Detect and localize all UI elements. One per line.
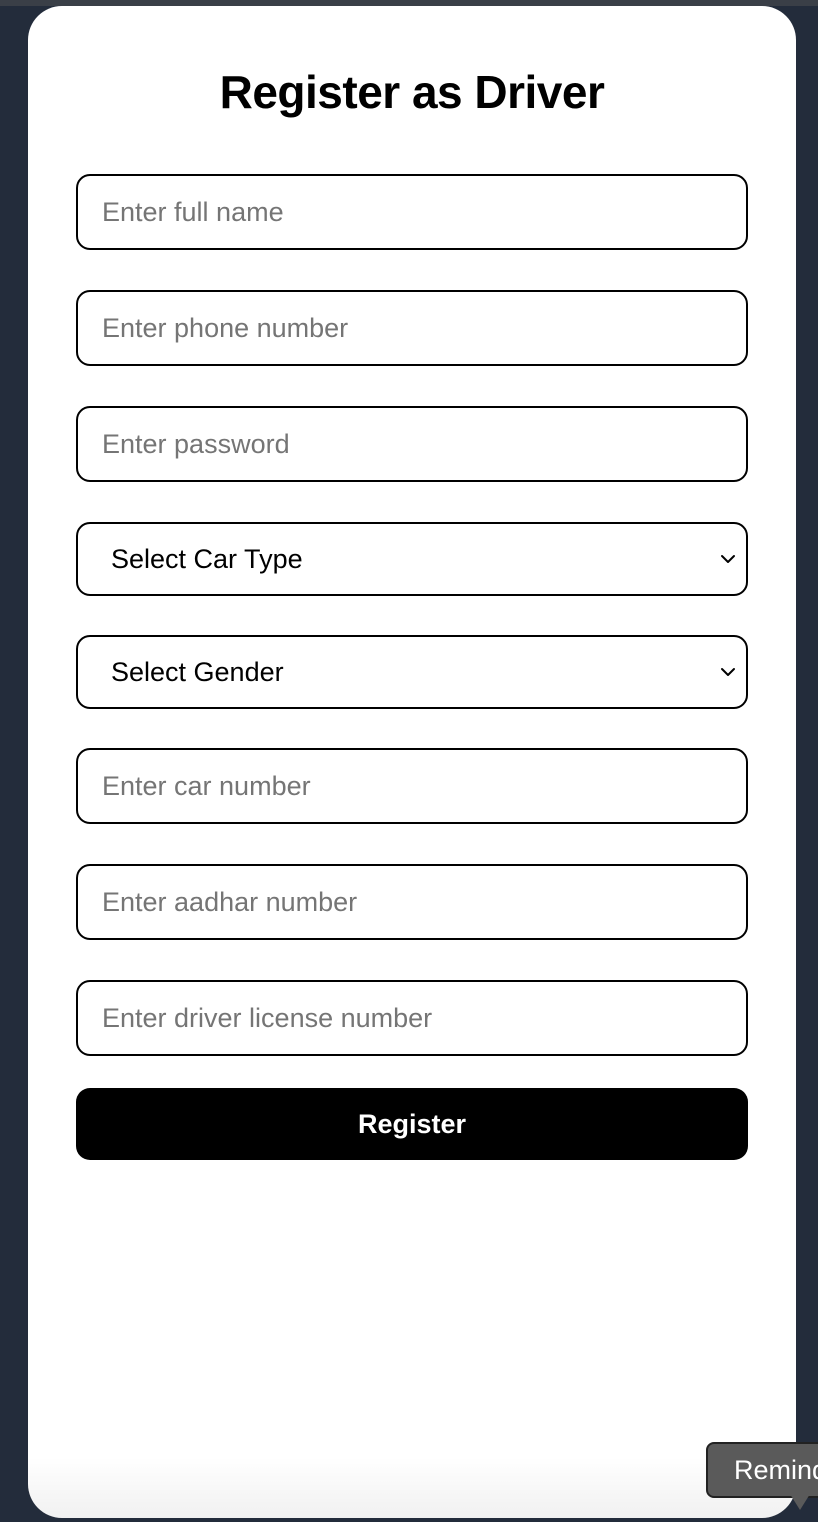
gender-select-value: Select Gender	[111, 657, 284, 687]
chevron-down-icon	[721, 668, 735, 676]
car-number-input[interactable]	[76, 748, 748, 824]
full-name-input[interactable]	[76, 174, 748, 250]
gender-select[interactable]: Select Gender	[76, 635, 748, 709]
car-type-select[interactable]: Select Car Type	[76, 522, 748, 596]
aadhar-number-input[interactable]	[76, 864, 748, 940]
register-button[interactable]: Register	[76, 1088, 748, 1160]
password-input[interactable]	[76, 406, 748, 482]
page-title: Register as Driver	[219, 66, 605, 118]
registration-card: Register as Driver Select Car Type Selec…	[28, 6, 796, 1518]
driver-license-input[interactable]	[76, 980, 748, 1056]
tooltip-tail	[790, 1494, 810, 1510]
phone-number-input[interactable]	[76, 290, 748, 366]
reminder-tooltip[interactable]: Remind	[706, 1442, 818, 1498]
chevron-down-icon	[721, 555, 735, 563]
car-type-select-value: Select Car Type	[111, 544, 303, 574]
